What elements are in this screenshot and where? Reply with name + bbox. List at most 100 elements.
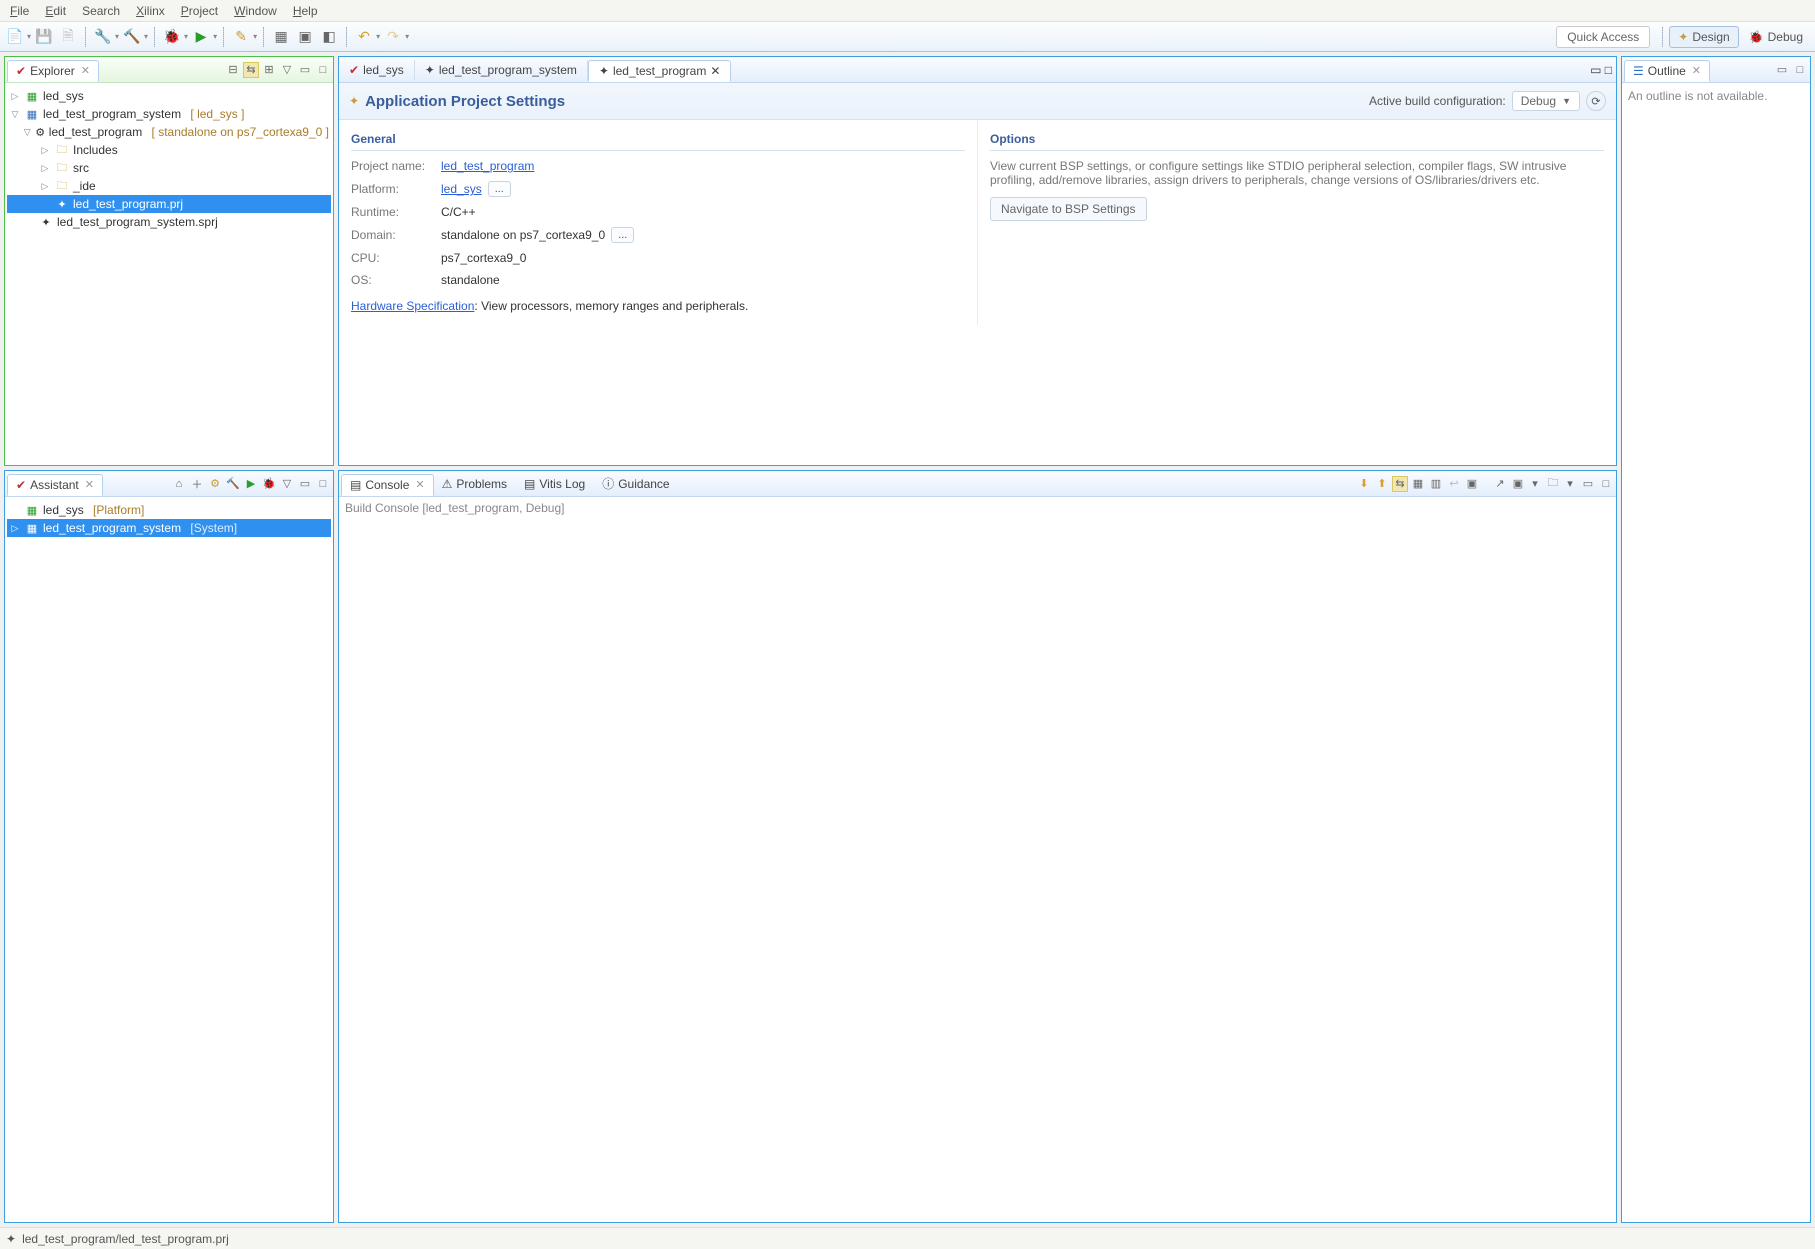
view-menu-icon[interactable]: ▽ xyxy=(279,62,295,78)
assistant-close-icon[interactable]: ✕ xyxy=(85,478,94,491)
clear-icon[interactable]: ▦ xyxy=(1410,476,1426,492)
hw-spec-link[interactable]: Hardware Specification xyxy=(351,299,474,313)
back-dropdown-icon[interactable]: ▾ xyxy=(376,32,380,41)
hammer-icon[interactable]: 🔨 xyxy=(225,476,241,492)
forward-dropdown-icon[interactable]: ▾ xyxy=(405,32,409,41)
tree-sprj[interactable]: ✦led_test_program_system.sprj xyxy=(7,213,331,231)
display-dd-icon[interactable]: ▾ xyxy=(1527,476,1543,492)
new-dropdown-icon[interactable]: ▾ xyxy=(27,32,31,41)
up-arrow-icon[interactable]: ⬆ xyxy=(1374,476,1390,492)
new-console-dd-icon[interactable]: ▾ xyxy=(1562,476,1578,492)
save-button[interactable]: 💾 xyxy=(33,26,55,48)
explorer-close-icon[interactable]: ✕ xyxy=(81,64,90,77)
assistant-viewmenu-icon[interactable]: ▽ xyxy=(279,476,295,492)
menu-xilinx[interactable]: Xilinx xyxy=(130,2,171,20)
assistant-platform[interactable]: ▦led_sys [Platform] xyxy=(7,501,331,519)
tool1-button[interactable]: ▦ xyxy=(270,26,292,48)
perspective-debug[interactable]: 🐞Debug xyxy=(1741,27,1811,47)
console-minimize-icon[interactable]: ▭ xyxy=(1580,476,1596,492)
tree-prj[interactable]: ✦led_test_program.prj xyxy=(7,195,331,213)
explorer-tab[interactable]: ✔ Explorer ✕ xyxy=(7,60,99,82)
run-icon[interactable]: ▶ xyxy=(243,476,259,492)
console-tab[interactable]: ▤Console✕ xyxy=(341,474,434,496)
wrap-icon[interactable]: ↩ xyxy=(1446,476,1462,492)
gear-icon[interactable]: ⚙ xyxy=(207,476,223,492)
outline-close-icon[interactable]: ✕ xyxy=(1692,64,1701,77)
menu-search[interactable]: Search xyxy=(76,2,126,20)
scroll-lock-icon[interactable]: ▥ xyxy=(1428,476,1444,492)
outline-maximize-icon[interactable]: □ xyxy=(1792,62,1808,78)
back-button[interactable]: ↶ xyxy=(353,26,375,48)
minimize-icon[interactable]: ▭ xyxy=(297,62,313,78)
build-button[interactable]: 🔧 xyxy=(92,26,114,48)
add-icon[interactable]: ＋ xyxy=(189,476,205,492)
explorer-title: Explorer xyxy=(30,64,75,78)
new-button[interactable]: 📄 xyxy=(4,26,26,48)
wand-dropdown-icon[interactable]: ▾ xyxy=(253,32,257,41)
debug-dropdown-icon[interactable]: ▾ xyxy=(184,32,188,41)
menu-help[interactable]: Help xyxy=(287,2,324,20)
perspective-design[interactable]: ✦Design xyxy=(1669,26,1738,48)
debug-button[interactable]: 🐞 xyxy=(161,26,183,48)
forward-button[interactable]: ↷ xyxy=(382,26,404,48)
problems-tab[interactable]: ⚠Problems xyxy=(434,474,516,494)
pin-icon[interactable]: ⇆ xyxy=(1392,476,1408,492)
editor-tab-led-sys[interactable]: ✔led_sys xyxy=(339,60,415,80)
assistant-minimize-icon[interactable]: ▭ xyxy=(297,476,313,492)
link-editor-icon[interactable]: ⇆ xyxy=(243,62,259,78)
hammer-button[interactable]: 🔨 xyxy=(121,26,143,48)
bug-icon[interactable]: 🐞 xyxy=(261,476,277,492)
tree-led-sys[interactable]: ▷▦led_sys xyxy=(7,87,331,105)
active-config-dropdown[interactable]: Debug▼ xyxy=(1512,91,1580,111)
menu-project[interactable]: Project xyxy=(175,2,224,20)
wand-button[interactable]: ✎ xyxy=(230,26,252,48)
focus-task-icon[interactable]: ⊞ xyxy=(261,62,277,78)
new-console-icon[interactable]: 🗀 xyxy=(1545,476,1561,492)
assistant-maximize-icon[interactable]: □ xyxy=(315,476,331,492)
bug-icon: 🐞 xyxy=(1749,30,1764,44)
editor-tab-system[interactable]: ✦led_test_program_system xyxy=(415,60,588,80)
assistant-tab[interactable]: ✔ Assistant ✕ xyxy=(7,474,103,496)
terminal-icon[interactable]: ▣ xyxy=(1464,476,1480,492)
build-dropdown-icon[interactable]: ▾ xyxy=(115,32,119,41)
tree-includes[interactable]: ▷🗀Includes xyxy=(7,141,331,159)
config-manage-button[interactable]: ⟳ xyxy=(1586,91,1606,111)
console-close-icon[interactable]: ✕ xyxy=(415,478,424,491)
run-dropdown-icon[interactable]: ▾ xyxy=(213,32,217,41)
collapse-all-icon[interactable]: ⊟ xyxy=(225,62,241,78)
maximize-icon[interactable]: □ xyxy=(315,62,331,78)
down-arrow-icon[interactable]: ⬇ xyxy=(1356,476,1372,492)
tab-close-icon[interactable]: ✕ xyxy=(710,64,720,78)
editor-tab-program[interactable]: ✦led_test_program✕ xyxy=(588,60,732,82)
navigate-bsp-button[interactable]: Navigate to BSP Settings xyxy=(990,197,1147,221)
hammer-dropdown-icon[interactable]: ▾ xyxy=(144,32,148,41)
open-console-icon[interactable]: ↗ xyxy=(1492,476,1508,492)
run-button[interactable]: ▶ xyxy=(190,26,212,48)
tool3-button[interactable]: ◧ xyxy=(318,26,340,48)
vitis-log-tab[interactable]: ▤Vitis Log xyxy=(516,474,594,494)
tree-system[interactable]: ▽▦led_test_program_system [ led_sys ] xyxy=(7,105,331,123)
menu-edit[interactable]: Edit xyxy=(39,2,72,20)
editor-minimize-icon[interactable]: ▭ xyxy=(1590,63,1601,77)
tool2-button[interactable]: ▣ xyxy=(294,26,316,48)
outline-tab[interactable]: ☰ Outline ✕ xyxy=(1624,60,1710,82)
console-maximize-icon[interactable]: □ xyxy=(1598,476,1614,492)
tree-ide[interactable]: ▷🗀_ide xyxy=(7,177,331,195)
home-icon[interactable]: ⌂ xyxy=(171,476,187,492)
project-name-link[interactable]: led_test_program xyxy=(441,159,534,173)
quick-access-button[interactable]: Quick Access xyxy=(1556,26,1650,48)
editor-maximize-icon[interactable]: □ xyxy=(1605,63,1612,77)
platform-browse-button[interactable]: ... xyxy=(488,181,511,197)
menu-window[interactable]: Window xyxy=(228,2,283,20)
domain-browse-button[interactable]: ... xyxy=(611,227,634,243)
assistant-system[interactable]: ▷▦led_test_program_system [System] xyxy=(7,519,331,537)
menu-file[interactable]: File xyxy=(4,2,35,20)
outline-minimize-icon[interactable]: ▭ xyxy=(1774,62,1790,78)
save-all-button[interactable]: 🗎 xyxy=(57,26,79,48)
display-console-icon[interactable]: ▣ xyxy=(1510,476,1526,492)
tree-program[interactable]: ▽⚙led_test_program [ standalone on ps7_c… xyxy=(7,123,331,141)
runtime-label: Runtime: xyxy=(351,205,441,219)
platform-link[interactable]: led_sys xyxy=(441,182,482,196)
guidance-tab[interactable]: ⓘGuidance xyxy=(594,472,678,495)
tree-src[interactable]: ▷🗀src xyxy=(7,159,331,177)
